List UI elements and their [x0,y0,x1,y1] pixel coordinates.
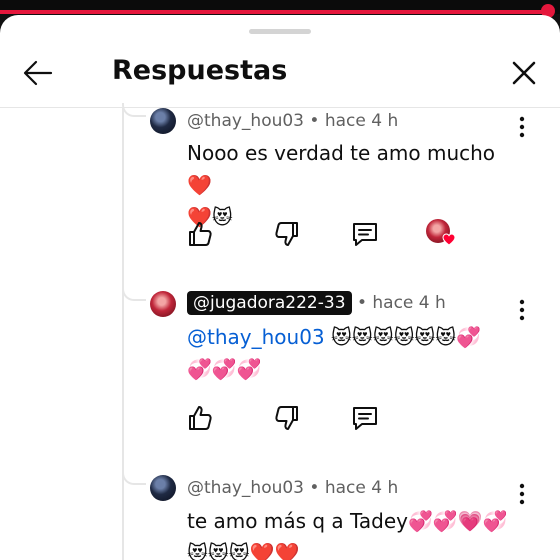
reply-comment-icon [353,407,377,430]
video-progress-bar[interactable] [0,10,548,14]
more-vertical-icon [519,299,525,321]
reply-comment-icon [353,223,377,246]
thread-branch [122,287,146,301]
comment-time: hace 4 h [372,293,446,313]
thumb-up-icon [189,222,212,246]
back-button[interactable] [18,53,58,93]
avatar[interactable] [150,108,176,134]
page-title: Respuestas [112,55,288,86]
arrow-left-icon [23,60,53,86]
comment-actions [0,403,560,433]
thread-line [122,108,124,560]
reply-button[interactable] [350,403,380,433]
more-options-button[interactable] [512,115,532,139]
comment-time: hace 4 h [324,111,399,131]
comment-meta: @jugadora222-33 • hace 4 h [187,291,446,315]
more-vertical-icon [519,483,525,505]
meta-separator: • [309,478,320,498]
mention-link[interactable]: @thay_hou03 [187,325,325,349]
thumb-down-icon [275,406,298,430]
comment-meta: @thay_hou03 • hace 4 h [187,111,398,131]
creator-heart-icon [442,233,456,246]
close-button[interactable] [506,53,542,93]
comment-text: @thay_hou03 😻😻😻😻😻😻💞 💞💞💞 [187,321,517,385]
comment-meta: @thay_hou03 • hace 4 h [187,478,398,498]
drag-handle[interactable] [249,29,311,34]
avatar[interactable] [150,291,176,317]
comment-time: hace 4 h [324,478,399,498]
comment-text: te amo más q a Tadey💞💞💗💞 😻😻😻❤️❤️ [187,509,508,560]
like-button[interactable] [185,219,215,249]
comment-author[interactable]: @thay_hou03 [187,478,304,498]
sheet-header: Respuestas [0,37,560,108]
comment-author[interactable]: @thay_hou03 [187,111,304,131]
more-options-button[interactable] [512,298,532,322]
thumb-up-icon [189,406,212,430]
thread-branch [122,103,146,117]
comment-author-highlighted[interactable]: @jugadora222-33 [187,291,352,315]
dislike-button[interactable] [272,403,302,433]
close-icon [512,61,536,85]
meta-separator: • [356,293,367,313]
thread-branch [122,471,146,485]
like-button[interactable] [185,403,215,433]
reply-button[interactable] [350,219,380,249]
dislike-button[interactable] [272,219,302,249]
replies-sheet: Respuestas @thay_hou03 • hace 4 h Nooo e… [0,15,560,560]
meta-separator: • [309,111,320,131]
more-options-button[interactable] [512,482,532,506]
comment-actions [0,219,560,249]
more-vertical-icon [519,116,525,138]
creator-heart-badge [426,219,456,247]
avatar[interactable] [150,475,176,501]
thumb-down-icon [275,222,298,246]
